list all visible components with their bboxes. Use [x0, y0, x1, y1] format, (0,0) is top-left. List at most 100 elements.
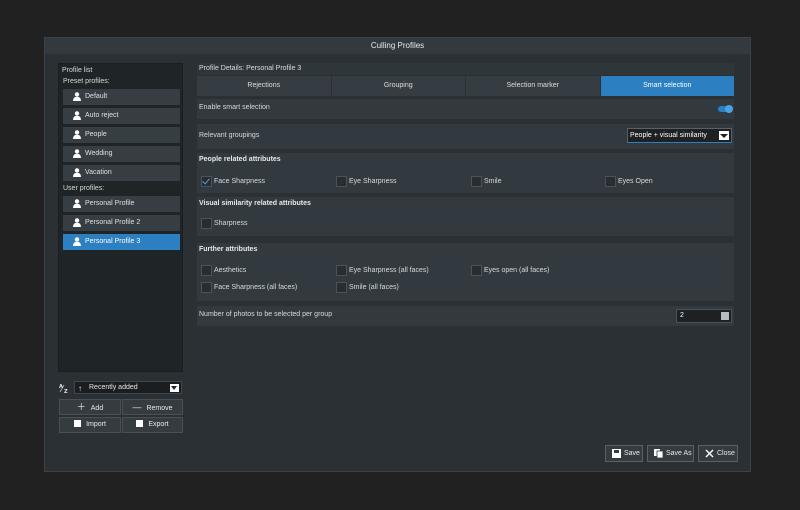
- profile-item-label: People: [85, 131, 107, 138]
- enable-label: Enable smart selection: [199, 104, 270, 111]
- relevant-groupings-value: People + visual similarity: [630, 132, 707, 139]
- profile-item[interactable]: Auto reject: [63, 108, 180, 124]
- save-icon: [612, 449, 621, 458]
- photos-per-group-row: Number of photos to be selected per grou…: [197, 306, 734, 326]
- further-attributes-section: Further attributes Aesthetics Eye Sharpne…: [197, 243, 734, 301]
- preset-profile-list: Default Auto reject People Wedding Vacation: [59, 89, 182, 181]
- svg-text:A: A: [59, 384, 63, 390]
- remove-label: Remove: [146, 405, 173, 412]
- save-button[interactable]: Save: [605, 445, 643, 462]
- add-button[interactable]: ＋ Add: [59, 399, 121, 415]
- further-attributes-title: Further attributes: [199, 246, 258, 253]
- checkbox-box[interactable]: [336, 176, 347, 187]
- checkbox-box[interactable]: [605, 176, 616, 187]
- photos-per-group-input[interactable]: 2: [676, 309, 732, 323]
- profile-item[interactable]: Vacation: [63, 165, 180, 181]
- user-icon: [73, 149, 81, 158]
- checkbox-box[interactable]: [201, 218, 212, 229]
- import-icon: [74, 420, 82, 427]
- profile-details-panel: Profile Details: Personal Profile 3 Reje…: [197, 63, 734, 366]
- people-attributes-section: People related attributes Face Sharpness…: [197, 153, 734, 193]
- save-as-icon: [654, 449, 663, 458]
- attribute-checkbox[interactable]: Face Sharpness (all faces): [199, 282, 297, 293]
- visual-attributes-title: Visual similarity related attributes: [199, 200, 311, 207]
- chevron-down-icon: [170, 384, 179, 392]
- checkbox-box[interactable]: [201, 176, 212, 187]
- attribute-checkbox[interactable]: Smile: [469, 176, 502, 187]
- profile-item[interactable]: Personal Profile: [63, 196, 180, 212]
- export-label: Export: [148, 421, 169, 428]
- arrow-up-icon: ↑: [78, 384, 82, 393]
- profile-item[interactable]: Personal Profile 3: [63, 234, 180, 250]
- tab-grouping[interactable]: Grouping: [331, 76, 465, 96]
- user-icon: [73, 92, 81, 101]
- attribute-label: Smile (all faces): [349, 284, 399, 291]
- spinner-icon[interactable]: [721, 312, 729, 320]
- profile-item-label: Personal Profile 3: [85, 238, 141, 245]
- import-label: Import: [86, 421, 106, 428]
- attribute-checkbox[interactable]: Eyes Open: [603, 176, 653, 187]
- attribute-label: Face Sharpness: [214, 178, 265, 185]
- checkbox-box[interactable]: [336, 265, 347, 276]
- visual-attributes-section: Visual similarity related attributes Sha…: [197, 197, 734, 236]
- attribute-label: Eye Sharpness: [349, 178, 397, 185]
- preset-profiles-label: Preset profiles:: [63, 78, 110, 85]
- enable-row: Enable smart selection: [197, 99, 734, 119]
- profile-item-label: Personal Profile 2: [85, 219, 141, 226]
- checkbox-box[interactable]: [471, 176, 482, 187]
- close-button[interactable]: Close: [698, 445, 738, 462]
- svg-text:Z: Z: [64, 389, 68, 394]
- export-button[interactable]: Export: [122, 417, 183, 433]
- attribute-label: Eyes Open: [618, 178, 653, 185]
- export-icon: [136, 420, 144, 427]
- tab-smart-selection[interactable]: Smart selection: [600, 76, 734, 96]
- remove-button[interactable]: — Remove: [122, 399, 183, 415]
- save-as-label: Save As: [666, 450, 692, 457]
- user-profiles-label: User profiles:: [63, 185, 105, 192]
- attribute-label: Eyes open (all faces): [484, 267, 550, 274]
- enable-toggle[interactable]: [718, 105, 733, 113]
- checkbox-box[interactable]: [336, 282, 347, 293]
- user-icon: [73, 111, 81, 120]
- checkbox-box[interactable]: [201, 265, 212, 276]
- add-label: Add: [90, 405, 104, 412]
- checkbox-box[interactable]: [201, 282, 212, 293]
- user-icon: [73, 199, 81, 208]
- attribute-label: Aesthetics: [214, 267, 247, 274]
- save-as-button[interactable]: Save As: [647, 445, 694, 462]
- relevant-groupings-select[interactable]: People + visual similarity: [627, 128, 732, 143]
- minus-icon: —: [132, 402, 142, 412]
- profile-item[interactable]: Personal Profile 2: [63, 215, 180, 231]
- checkbox-box[interactable]: [471, 265, 482, 276]
- sort-az-icon[interactable]: AZ: [59, 383, 71, 395]
- profile-item[interactable]: Wedding: [63, 146, 180, 162]
- attribute-label: Sharpness: [214, 220, 248, 227]
- attribute-checkbox[interactable]: Aesthetics: [199, 265, 246, 276]
- relevant-groupings-label: Relevant groupings: [199, 132, 260, 139]
- import-button[interactable]: Import: [59, 417, 121, 433]
- sort-bar: AZ ↑ Recently added: [58, 381, 183, 395]
- user-icon: [73, 168, 81, 177]
- tab-rejections[interactable]: Rejections: [197, 76, 331, 96]
- profile-list-header: Profile list: [62, 67, 93, 74]
- people-attributes-title: People related attributes: [199, 156, 281, 163]
- attribute-checkbox[interactable]: Eye Sharpness (all faces): [334, 265, 429, 276]
- sort-select[interactable]: ↑ Recently added: [74, 381, 182, 394]
- attribute-checkbox[interactable]: Smile (all faces): [334, 282, 399, 293]
- tab-selection-marker[interactable]: Selection marker: [466, 76, 600, 96]
- tab-bar: Rejections Grouping Selection marker Smart …: [197, 76, 734, 96]
- profile-item[interactable]: People: [63, 127, 180, 143]
- attribute-checkbox[interactable]: Eye Sharpness: [334, 176, 396, 187]
- save-label: Save: [624, 450, 640, 457]
- attribute-label: Smile: [484, 178, 502, 185]
- profile-item[interactable]: Default: [63, 89, 180, 105]
- close-icon: [705, 449, 714, 458]
- chevron-down-icon: [719, 131, 729, 140]
- attribute-checkbox[interactable]: Eyes open (all faces): [469, 265, 549, 276]
- user-profile-list: Personal Profile Personal Profile 2 Person…: [59, 196, 182, 250]
- profile-item-label: Vacation: [85, 169, 112, 176]
- attribute-checkbox[interactable]: Sharpness: [199, 218, 247, 229]
- profile-item-label: Wedding: [85, 150, 113, 157]
- window-title: Culling Profiles: [45, 38, 750, 54]
- attribute-checkbox[interactable]: Face Sharpness: [199, 176, 265, 187]
